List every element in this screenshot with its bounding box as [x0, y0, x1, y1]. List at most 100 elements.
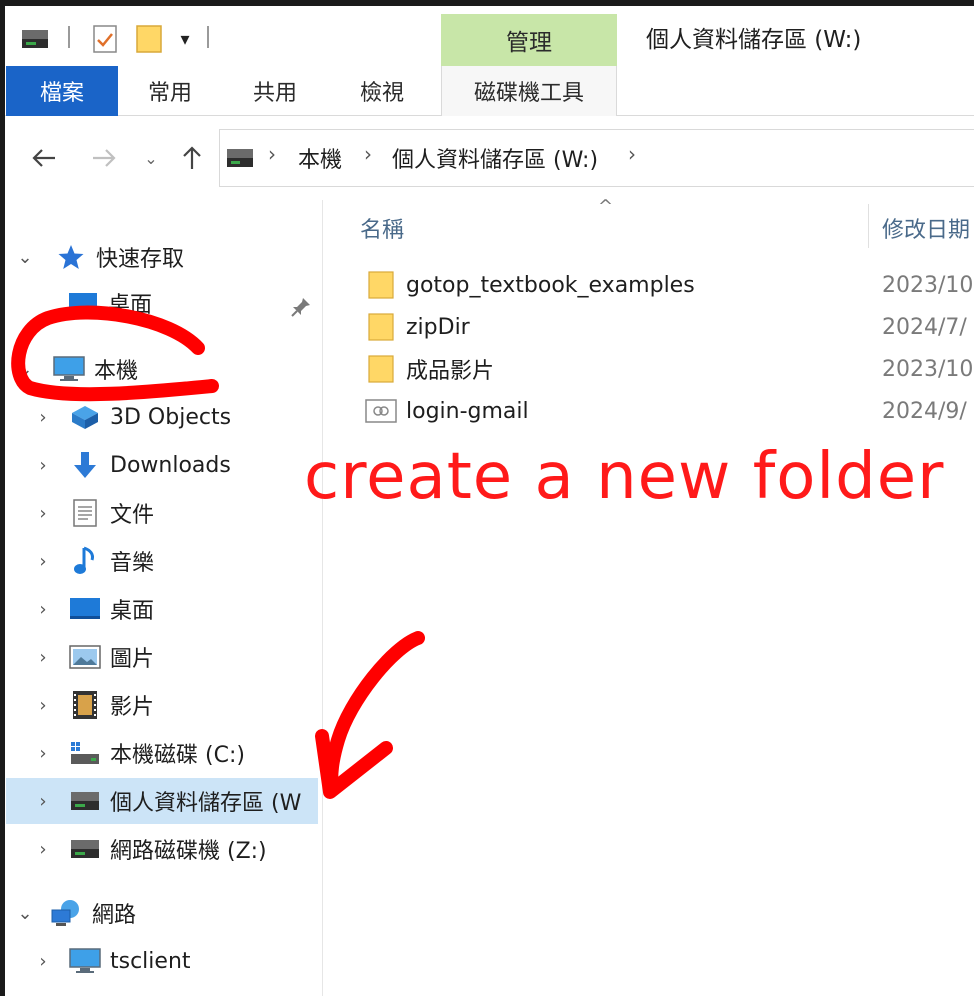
tree-label: 快速存取: [96, 247, 185, 272]
breadcrumb-current-drive[interactable]: 個人資料儲存區 (W:): [392, 142, 598, 174]
tree-label: 個人資料儲存區 (W: [110, 791, 302, 816]
tree-label: 桌面: [110, 599, 155, 624]
new-folder-icon[interactable]: [134, 22, 164, 56]
tree-label: 本機磁碟 (C:): [110, 743, 245, 768]
chevron-right-icon[interactable]: ›: [34, 503, 52, 524]
chevron-right-icon[interactable]: ›: [34, 951, 52, 972]
chevron-down-icon[interactable]: ⌄: [16, 903, 34, 924]
drive-icon[interactable]: [20, 22, 50, 56]
tab-file[interactable]: 檔案: [6, 66, 118, 116]
tree-item-documents[interactable]: › 文件: [34, 490, 322, 536]
recent-locations-chevron-icon[interactable]: ⌄: [140, 138, 162, 178]
pin-icon[interactable]: [290, 296, 312, 318]
customize-toolbar-chevron-icon[interactable]: ▾: [170, 22, 200, 56]
tree-label: tsclient: [110, 948, 191, 974]
tree-label: 網路磁碟機 (Z:): [110, 839, 267, 864]
window-title: 個人資料儲存區 (W:): [646, 27, 862, 53]
tab-manage[interactable]: 管理: [441, 14, 617, 66]
tree-label: 本機: [94, 359, 139, 384]
tree-item-pictures[interactable]: › 圖片: [34, 634, 322, 680]
videos-icon: [68, 688, 102, 722]
computer-icon: [68, 944, 102, 978]
tree-network[interactable]: ⌄ 網路: [16, 890, 322, 936]
tree-this-pc[interactable]: ⌄ 本機: [16, 346, 322, 392]
local-disk-icon: [68, 736, 102, 770]
annotation-arrowhead: [315, 729, 393, 799]
column-header-date[interactable]: 修改日期: [882, 212, 970, 244]
tree-item-local-disk-c[interactable]: › 本機磁碟 (C:): [34, 730, 322, 776]
toolbar-separator: [207, 26, 209, 48]
column-header-name[interactable]: 名稱: [360, 212, 404, 244]
back-arrow-icon: [32, 149, 55, 167]
tree-label: 3D Objects: [110, 404, 232, 430]
forward-button[interactable]: [86, 138, 122, 178]
tree-label: 圖片: [110, 647, 155, 672]
desktop-icon: [68, 592, 102, 626]
back-button[interactable]: [26, 138, 62, 178]
file-row[interactable]: login-gmail 2024/9/: [360, 390, 974, 432]
annotation-arrow: [324, 631, 425, 797]
star-icon: [54, 240, 88, 274]
column-separator[interactable]: [868, 204, 869, 248]
chevron-down-icon[interactable]: ⌄: [16, 359, 34, 380]
file-name: zipDir: [406, 314, 470, 340]
annotation-text: create a new folder: [304, 440, 945, 514]
tab-drive-tools[interactable]: 磁碟機工具: [441, 66, 617, 116]
chevron-right-icon[interactable]: ›: [34, 743, 52, 764]
tree-item-tsclient[interactable]: › tsclient: [34, 938, 322, 984]
tree-item-videos[interactable]: › 影片: [34, 682, 322, 728]
network-icon: [50, 896, 84, 930]
drive-icon: [226, 146, 254, 174]
chevron-right-icon[interactable]: ›: [34, 407, 52, 428]
file-name: gotop_textbook_examples: [406, 272, 695, 298]
tab-share[interactable]: 共用: [222, 66, 328, 116]
shortcut-file-icon: [364, 394, 398, 428]
tree-item-music[interactable]: › 音樂: [34, 538, 322, 584]
tree-quick-desktop[interactable]: 桌面: [16, 280, 322, 326]
chevron-right-icon[interactable]: ›: [34, 599, 52, 620]
tree-item-network-drive-z[interactable]: › 網路磁碟機 (Z:): [34, 826, 322, 872]
chevron-right-icon[interactable]: ›: [34, 647, 52, 668]
tree-item-downloads[interactable]: › Downloads: [34, 442, 322, 488]
file-row[interactable]: gotop_textbook_examples 2023/10: [360, 264, 974, 306]
chevron-right-icon[interactable]: ›: [34, 839, 52, 860]
3d-objects-icon: [68, 400, 102, 434]
tree-label: 音樂: [110, 551, 155, 576]
documents-icon: [68, 496, 102, 530]
up-button[interactable]: [174, 138, 210, 178]
file-row[interactable]: 成品影片 2023/10: [360, 348, 974, 390]
tab-home[interactable]: 常用: [118, 66, 222, 116]
chevron-right-icon[interactable]: ›: [34, 455, 52, 476]
file-date: 2023/10: [882, 356, 974, 382]
file-date: 2023/10: [882, 272, 974, 298]
properties-icon[interactable]: [90, 22, 120, 56]
chevron-right-icon[interactable]: ›: [34, 791, 52, 812]
network-drive-icon: [68, 832, 102, 866]
breadcrumb-chevron-icon: ›: [268, 142, 276, 166]
chevron-right-icon[interactable]: ›: [34, 695, 52, 716]
folder-icon: [364, 352, 398, 386]
folder-icon: [364, 310, 398, 344]
pictures-icon: [68, 640, 102, 674]
breadcrumb-chevron-icon[interactable]: ›: [628, 142, 636, 166]
tree-item-personal-drive-w[interactable]: › 個人資料儲存區 (W: [6, 778, 318, 824]
tab-view[interactable]: 檢視: [328, 66, 436, 116]
downloads-icon: [68, 448, 102, 482]
file-row[interactable]: zipDir 2024/7/: [360, 306, 974, 348]
music-icon: [68, 544, 102, 578]
tree-label: Downloads: [110, 452, 231, 478]
chevron-right-icon[interactable]: ›: [34, 551, 52, 572]
sort-ascending-icon: ^: [598, 196, 614, 217]
up-arrow-icon: [183, 146, 201, 169]
breadcrumb-chevron-icon: ›: [364, 142, 372, 166]
file-date: 2024/9/: [882, 398, 967, 424]
file-name: login-gmail: [406, 398, 529, 424]
tree-label: 文件: [110, 503, 155, 528]
tree-item-3d-objects[interactable]: › 3D Objects: [34, 394, 322, 440]
tree-quick-access[interactable]: ⌄ 快速存取: [16, 234, 322, 280]
breadcrumb-this-pc[interactable]: 本機: [298, 142, 342, 174]
chevron-down-icon[interactable]: ⌄: [16, 247, 34, 268]
file-date: 2024/7/: [882, 314, 967, 340]
tree-item-desktop[interactable]: › 桌面: [34, 586, 322, 632]
pane-divider[interactable]: [322, 200, 323, 996]
